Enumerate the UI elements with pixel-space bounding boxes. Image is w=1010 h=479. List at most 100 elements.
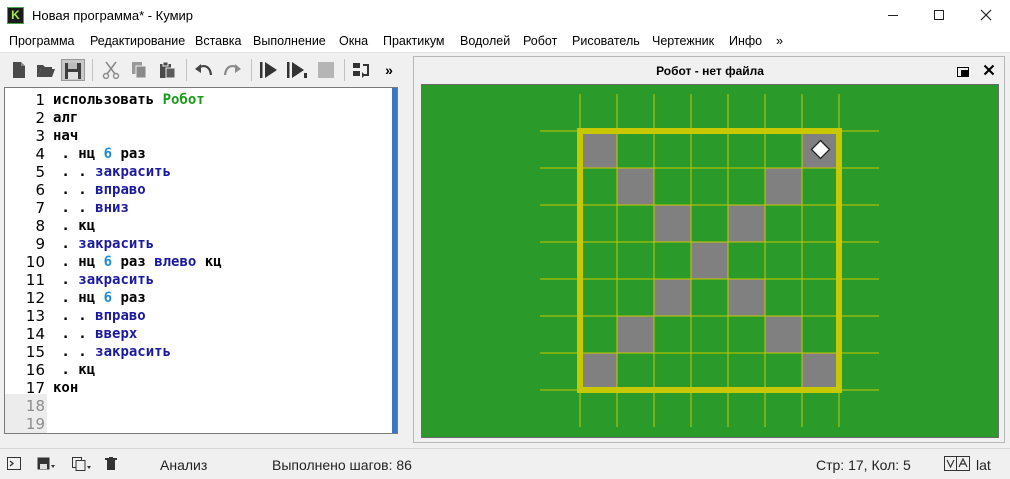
code-token: .	[53, 146, 79, 162]
painted-cell	[617, 316, 654, 353]
code-token: алг	[53, 110, 79, 126]
code-line[interactable]: 13 . . вправо	[5, 307, 393, 325]
menu-overflow[interactable]: »	[776, 34, 783, 48]
code-text: . закрасить	[53, 235, 154, 253]
stop-icon	[318, 62, 334, 78]
run-button[interactable]	[257, 59, 281, 81]
code-line[interactable]: 10 . нц 6 раз влево кц	[5, 253, 393, 271]
menu-edit[interactable]: Редактирование	[90, 34, 185, 48]
menu-robot[interactable]: Робот	[523, 34, 557, 48]
copy-icon	[132, 62, 147, 79]
line-number: 3	[35, 127, 45, 145]
menu-run[interactable]: Выполнение	[253, 34, 326, 48]
keyboard-layout-icon	[944, 456, 970, 474]
toolbar: »	[0, 53, 405, 87]
code-text: . кц	[53, 361, 95, 379]
save-output-button[interactable]	[37, 457, 55, 473]
menu-program[interactable]: Программа	[9, 34, 75, 48]
minimize-icon	[888, 15, 898, 16]
code-token: кон	[53, 380, 79, 396]
clear-output-button[interactable]	[105, 457, 117, 473]
code-text: . нц 6 раз	[53, 289, 146, 307]
maximize-button[interactable]	[916, 0, 962, 31]
code-line[interactable]: 18	[5, 397, 393, 415]
robot-field[interactable]	[421, 84, 999, 438]
menu-windows[interactable]: Окна	[339, 34, 368, 48]
code-text: . . вверх	[53, 325, 137, 343]
line-number: 2	[35, 109, 45, 127]
painted-cell	[617, 168, 654, 205]
code-token: . .	[53, 200, 96, 216]
code-line[interactable]: 15 . . закрасить	[5, 343, 393, 361]
code-token: закрасить	[78, 272, 155, 288]
code-token: нач	[53, 128, 79, 144]
code-line[interactable]: 14 . . вверх	[5, 325, 393, 343]
redo-button[interactable]	[220, 59, 244, 81]
code-token: вниз	[95, 200, 129, 216]
code-line[interactable]: 12 . нц 6 раз	[5, 289, 393, 307]
code-line[interactable]: 3 нач	[5, 127, 393, 145]
code-line[interactable]: 2 алг	[5, 109, 393, 127]
code-line[interactable]: 8 . кц	[5, 217, 393, 235]
step-run-button[interactable]	[285, 59, 309, 81]
code-line[interactable]: 4 . нц 6 раз	[5, 145, 393, 163]
undo-button[interactable]	[192, 59, 216, 81]
save-button[interactable]	[61, 59, 85, 81]
code-token: .	[53, 254, 79, 270]
menu-info[interactable]: Инфо	[729, 34, 762, 48]
code-token: кц	[78, 362, 96, 378]
painted-cell	[654, 279, 691, 316]
code-text: . . вниз	[53, 199, 129, 217]
menu-draftsman[interactable]: Чертежник	[652, 34, 714, 48]
code-line[interactable]: 16 . кц	[5, 361, 393, 379]
toolbar-overflow-button[interactable]: »	[381, 59, 397, 81]
code-line[interactable]: 11 . закрасить	[5, 271, 393, 289]
code-token: . .	[53, 326, 96, 342]
code-token: вправо	[95, 308, 146, 324]
painted-cell	[765, 316, 802, 353]
code-line[interactable]: 17 кон	[5, 379, 393, 397]
open-file-button[interactable]	[34, 59, 58, 81]
title-bar: K Новая программа* - Кумир	[0, 0, 1010, 31]
stop-button[interactable]	[314, 59, 338, 81]
trash-icon	[105, 457, 117, 470]
code-token: раз	[112, 254, 155, 270]
menu-drawer[interactable]: Рисователь	[572, 34, 640, 48]
status-keyboard-layout[interactable]: lat	[976, 457, 991, 473]
close-panel-button[interactable]	[983, 61, 995, 80]
new-file-icon	[13, 62, 25, 78]
close-button[interactable]	[963, 0, 1009, 31]
code-token: .	[53, 290, 79, 306]
line-number: 6	[35, 181, 45, 199]
code-line[interactable]: 5 . . закрасить	[5, 163, 393, 181]
cut-button[interactable]	[99, 59, 123, 81]
menu-practicum[interactable]: Практикум	[383, 34, 445, 48]
code-line[interactable]: 7 . . вниз	[5, 199, 393, 217]
line-number: 5	[35, 163, 45, 181]
code-token: . .	[53, 182, 96, 198]
float-panel-button[interactable]	[957, 65, 969, 77]
copy-output-button[interactable]	[72, 457, 92, 474]
code-token: нц	[78, 146, 104, 162]
menu-vodoley[interactable]: Водолей	[460, 34, 510, 48]
code-line[interactable]: 9 . закрасить	[5, 235, 393, 253]
code-token: раз	[112, 290, 146, 306]
line-number: 19	[5, 415, 45, 433]
code-text: . нц 6 раз влево кц	[53, 253, 221, 271]
line-number: 10	[25, 253, 45, 271]
step-into-button[interactable]	[350, 59, 374, 81]
line-number: 8	[35, 217, 45, 235]
code-token: закрасить	[78, 236, 155, 252]
code-text: . . вправо	[53, 181, 145, 199]
console-button[interactable]	[7, 457, 21, 473]
code-line[interactable]: 19	[5, 415, 393, 433]
menu-insert[interactable]: Вставка	[195, 34, 241, 48]
code-line[interactable]: 6 . . вправо	[5, 181, 393, 199]
code-editor[interactable]: 1 использовать Робот 2 алг 3 нач 4 . нц 6 раз 5…	[4, 87, 398, 434]
copy-button[interactable]	[127, 59, 151, 81]
paste-button[interactable]	[155, 59, 179, 81]
code-line[interactable]: 1 использовать Робот	[5, 91, 393, 109]
minimize-button[interactable]	[870, 0, 916, 31]
copy-icon	[72, 457, 91, 471]
new-file-button[interactable]	[7, 59, 31, 81]
